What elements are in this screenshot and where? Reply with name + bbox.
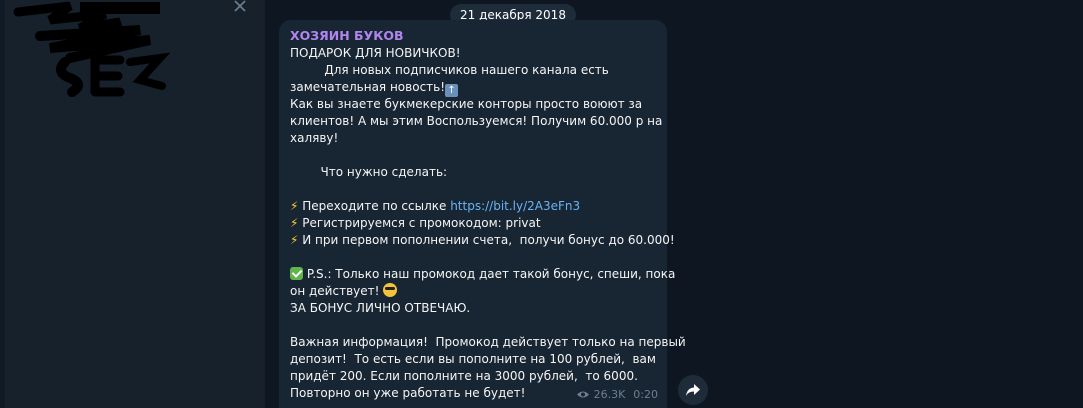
chat-list-panel	[0, 0, 265, 408]
check-emoji	[290, 267, 303, 280]
line-text: халяву!	[290, 131, 339, 145]
message-line	[290, 249, 656, 266]
sender-name[interactable]: ХОЗЯИН БУКОВ	[290, 28, 656, 44]
line-text: придёт 200. Если пополните на 3000 рубле…	[290, 369, 638, 383]
line-text: депозит! То есть если вы пополните на 10…	[290, 352, 656, 366]
lightning-emoji: ⚡	[290, 216, 299, 230]
message-line: Важная информация! Промокод действует то…	[290, 334, 686, 351]
line-text: И при первом пополнении счета, получи бо…	[302, 233, 675, 247]
line-text: ЗА БОНУС ЛИЧНО ОТВЕЧАЮ.	[290, 301, 471, 315]
message-line: ПОДАРОК ДЛЯ НОВИЧКОВ!	[290, 45, 656, 62]
line-text: клиентов! А мы этим Воспользуемся! Получ…	[290, 114, 663, 128]
message-line: ЗА БОНУС ЛИЧНО ОТВЕЧАЮ.	[290, 300, 656, 317]
message-line: халяву!	[290, 130, 656, 147]
message-meta: 26.3K 0:20	[576, 388, 658, 401]
message-line: P.S.: Только наш промокод дает такой бон…	[290, 266, 675, 283]
line-text: он действует!	[290, 284, 384, 298]
line-text: Как вы знаете букмекерские конторы прост…	[290, 97, 643, 111]
message-line: клиентов! А мы этим Воспользуемся! Получ…	[290, 113, 662, 130]
message-line: он действует!	[290, 283, 656, 300]
line-text: Для новых подписчиков нашего канала есть	[290, 63, 609, 77]
message-line	[290, 147, 656, 164]
line-text: Важная информация! Промокод действует то…	[290, 335, 686, 349]
message-line: Что нужно сделать:	[290, 164, 656, 181]
eye-icon	[576, 391, 589, 398]
line-text: P.S.: Только наш промокод дает такой бон…	[306, 267, 676, 281]
lightning-emoji: ⚡	[290, 199, 299, 213]
message-link[interactable]: https://bit.ly/2A3eFn3	[450, 199, 580, 213]
message-line: ⚡ Регистрируемся с промокодом: privat	[290, 215, 656, 232]
view-count: 26.3K	[593, 388, 626, 401]
sunglasses-emoji	[383, 283, 398, 297]
line-text: ПОДАРОК ДЛЯ НОВИЧКОВ!	[290, 46, 461, 60]
line-text: Повторно он уже работать не будет!	[290, 386, 526, 400]
line-text: замечательная новость!	[290, 80, 446, 94]
share-button[interactable]	[678, 375, 708, 405]
line-text: Регистрируемся с промокодом: privat	[302, 216, 541, 230]
message-line: замечательная новость! ↑	[290, 79, 656, 97]
line-text: Что нужно сделать:	[290, 165, 448, 179]
message-text: ПОДАРОК ДЛЯ НОВИЧКОВ! Для новых подписчи…	[290, 45, 686, 402]
panel-border	[0, 0, 5, 408]
lightning-emoji: ⚡	[290, 233, 299, 247]
message-line: Для новых подписчиков нашего канала есть	[290, 62, 656, 79]
message-line: депозит! То есть если вы пополните на 10…	[290, 351, 656, 368]
redacted-scribble	[13, 1, 170, 97]
message-line	[290, 181, 656, 198]
share-arrow-icon	[686, 384, 700, 396]
line-text: Переходите по ссылке	[302, 199, 451, 213]
message-line: Как вы знаете букмекерские конторы прост…	[290, 96, 656, 113]
message-bubble[interactable]: ХОЗЯИН БУКОВ ПОДАРОК ДЛЯ НОВИЧКОВ! Для н…	[279, 20, 686, 408]
message-line: ⚡ Переходите по ссылке https://bit.ly/2A…	[290, 198, 656, 215]
message-line	[290, 317, 656, 334]
message-line: придёт 200. Если пополните на 3000 рубле…	[290, 368, 656, 385]
close-icon[interactable]	[232, 0, 248, 14]
message-time: 0:20	[633, 388, 658, 401]
message-line: ⚡ И при первом пополнении счета, получи …	[290, 232, 675, 249]
